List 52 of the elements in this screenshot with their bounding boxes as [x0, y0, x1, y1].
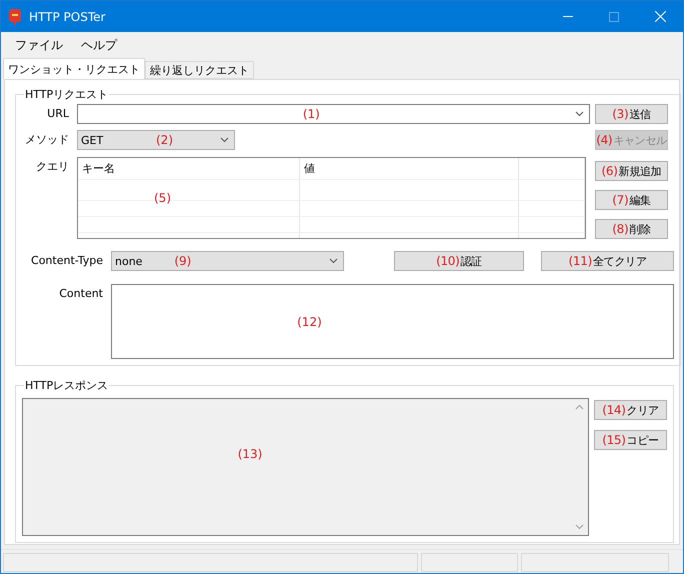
button[interactable]: (6)新規追加: [595, 161, 668, 181]
column-header: 値: [300, 158, 519, 179]
callout-number: (2): [156, 133, 173, 147]
callout-number: (11): [568, 254, 592, 268]
button[interactable]: (8)削除: [595, 219, 668, 239]
callout-number: (12): [297, 315, 322, 329]
callout-number: (15): [602, 433, 626, 447]
group-title: HTTPリクエスト: [24, 87, 110, 102]
callout-number: (13): [238, 447, 262, 461]
callout-number: (8): [612, 222, 628, 236]
dropdown-value: none: [115, 254, 142, 268]
callout-number: (6): [602, 164, 618, 178]
callout-number: (9): [174, 254, 192, 268]
button[interactable]: (7)編集: [595, 190, 668, 210]
button[interactable]: (3)送信: [595, 104, 668, 124]
field-label: メソッド: [24, 132, 70, 148]
table-cell: [519, 179, 585, 200]
field-label: Content: [58, 286, 104, 302]
minimize-icon: [563, 16, 573, 17]
tab[interactable]: 繰り返しリクエスト: [145, 61, 254, 79]
callout-number: (10): [436, 254, 460, 268]
field-label: URL: [46, 106, 70, 122]
button[interactable]: (11)全てクリア: [541, 251, 674, 271]
method-dropdown[interactable]: GET (2): [77, 130, 235, 150]
group-title: HTTPレスポンス: [24, 378, 110, 393]
table-cell: [519, 200, 585, 216]
close-icon: [654, 11, 666, 22]
field-label: クエリ: [35, 159, 70, 175]
button[interactable]: (14)クリア: [594, 400, 667, 420]
field-label: Content-Type: [30, 253, 104, 269]
content-field[interactable]: (12): [111, 284, 674, 359]
menu-item[interactable]: ファイル: [7, 34, 71, 56]
column-header: キー名: [78, 158, 300, 179]
url-field[interactable]: (1): [77, 104, 590, 124]
callout-number: (14): [602, 403, 626, 417]
callout-number: (3): [612, 107, 628, 121]
app-icon: [9, 8, 21, 24]
callout-number: (5): [154, 191, 171, 205]
menu-item[interactable]: ヘルプ: [73, 34, 125, 56]
dropdown-value: GET: [81, 134, 104, 146]
button[interactable]: (15)コピー: [594, 430, 667, 450]
content-type-dropdown[interactable]: none (9): [111, 251, 344, 271]
callout-number: (1): [302, 107, 320, 121]
callout-number: (4): [596, 133, 612, 147]
window-title: HTTP POSTer: [29, 10, 106, 24]
callout-number: (7): [612, 193, 628, 207]
tab[interactable]: ワンショット・リクエスト: [3, 58, 145, 79]
table-cell: [519, 216, 585, 232]
response-field[interactable]: (13): [22, 398, 589, 536]
maximize-icon: [609, 12, 619, 22]
query-list[interactable]: キー名 値 (5): [77, 157, 586, 239]
button[interactable]: (10)認証: [394, 251, 524, 271]
